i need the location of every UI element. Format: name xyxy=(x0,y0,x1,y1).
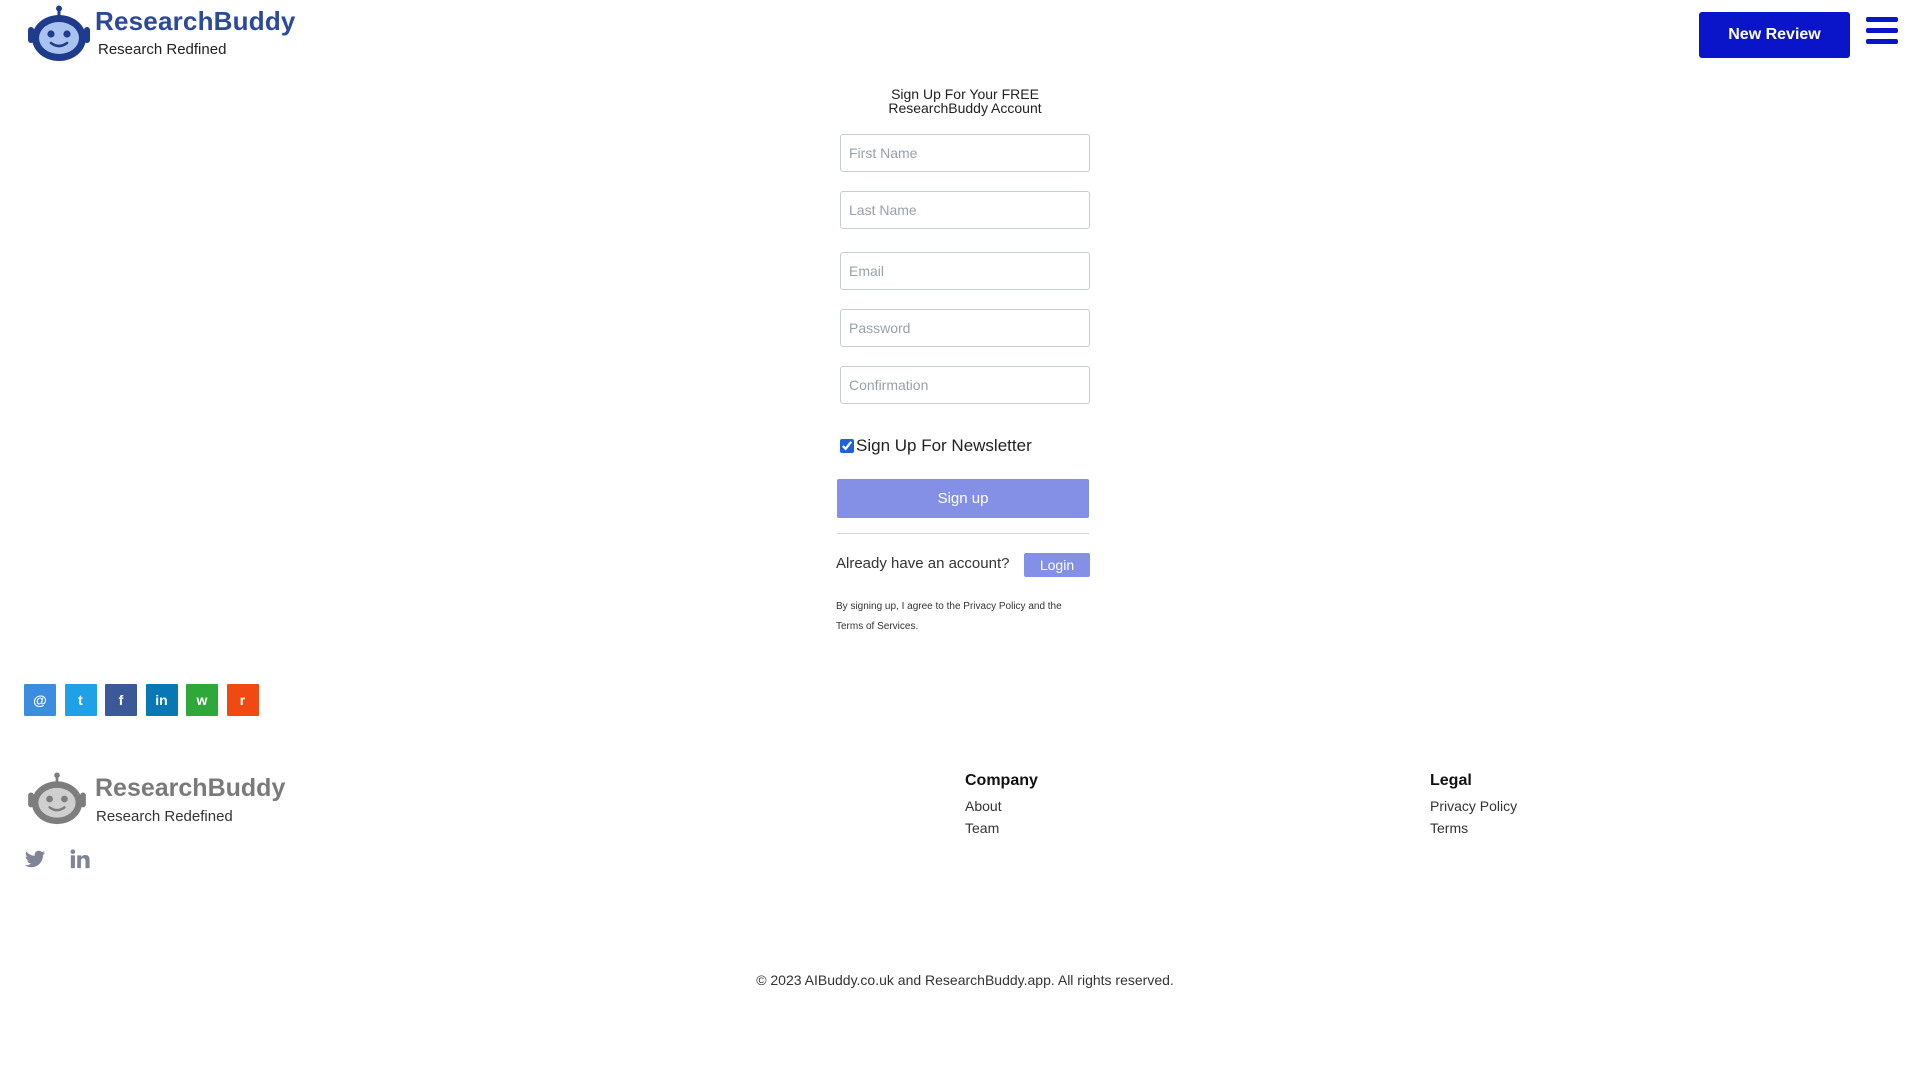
linkedin-icon[interactable] xyxy=(69,848,91,870)
legal-note-line2: Terms of Services. xyxy=(836,621,919,632)
first-name-field[interactable] xyxy=(840,134,1090,172)
brand-title[interactable]: ResearchBuddy xyxy=(95,6,296,37)
footer-link-terms[interactable]: Terms xyxy=(1430,820,1517,836)
company-column: Company About Team xyxy=(965,772,1038,836)
footer-link-about[interactable]: About xyxy=(965,798,1038,814)
legal-heading: Legal xyxy=(1430,772,1472,789)
footer-robot-logo-icon[interactable] xyxy=(26,772,88,826)
have-account-text: Already have an account? xyxy=(836,555,1010,572)
whatsapp-share-icon[interactable]: w xyxy=(186,684,218,716)
signup-title: Sign Up For Your FREE ResearchBuddy Acco… xyxy=(840,87,1090,115)
twitter-share-icon[interactable]: t xyxy=(64,684,97,716)
signup-button[interactable]: Sign up xyxy=(837,479,1089,518)
newsletter-label[interactable]: Sign Up For Newsletter xyxy=(856,436,1032,456)
login-button[interactable]: Login xyxy=(1024,553,1090,577)
last-name-field[interactable] xyxy=(840,191,1090,229)
signup-title-line1: Sign Up For Your FREE xyxy=(891,86,1039,102)
form-divider xyxy=(837,533,1089,534)
copyright-text: © 2023 AIBuddy.co.uk and ResearchBuddy.a… xyxy=(756,972,1174,988)
password-field[interactable] xyxy=(840,309,1090,347)
signup-title-line2: ResearchBuddy Account xyxy=(888,100,1042,116)
hamburger-menu-icon[interactable] xyxy=(1866,17,1898,45)
brand-subtitle: Research Redfined xyxy=(98,41,227,58)
legal-note-line1: By signing up, I agree to the Privacy Po… xyxy=(836,601,1062,612)
facebook-share-icon[interactable]: f xyxy=(105,684,137,716)
newsletter-checkbox[interactable] xyxy=(840,439,854,453)
reddit-share-icon[interactable]: r xyxy=(226,684,259,716)
company-heading: Company xyxy=(965,772,1038,789)
footer-brand-title[interactable]: ResearchBuddy xyxy=(95,774,285,803)
footer-brand-subtitle: Research Redefined xyxy=(96,808,233,825)
new-review-button[interactable]: New Review xyxy=(1699,12,1850,58)
confirmation-field[interactable] xyxy=(840,366,1090,404)
footer-link-team[interactable]: Team xyxy=(965,820,1038,836)
legal-note: By signing up, I agree to the Privacy Po… xyxy=(836,597,1086,637)
legal-column: Legal Privacy Policy Terms xyxy=(1430,772,1517,836)
email-field[interactable] xyxy=(840,252,1090,290)
linkedin-share-icon[interactable]: in xyxy=(145,684,178,716)
robot-logo-icon[interactable] xyxy=(26,5,92,63)
twitter-icon[interactable] xyxy=(24,848,46,870)
footer-link-privacy-policy[interactable]: Privacy Policy xyxy=(1430,798,1517,814)
email-share-icon[interactable]: @ xyxy=(24,684,56,716)
newsletter-row: Sign Up For Newsletter xyxy=(840,436,1032,456)
